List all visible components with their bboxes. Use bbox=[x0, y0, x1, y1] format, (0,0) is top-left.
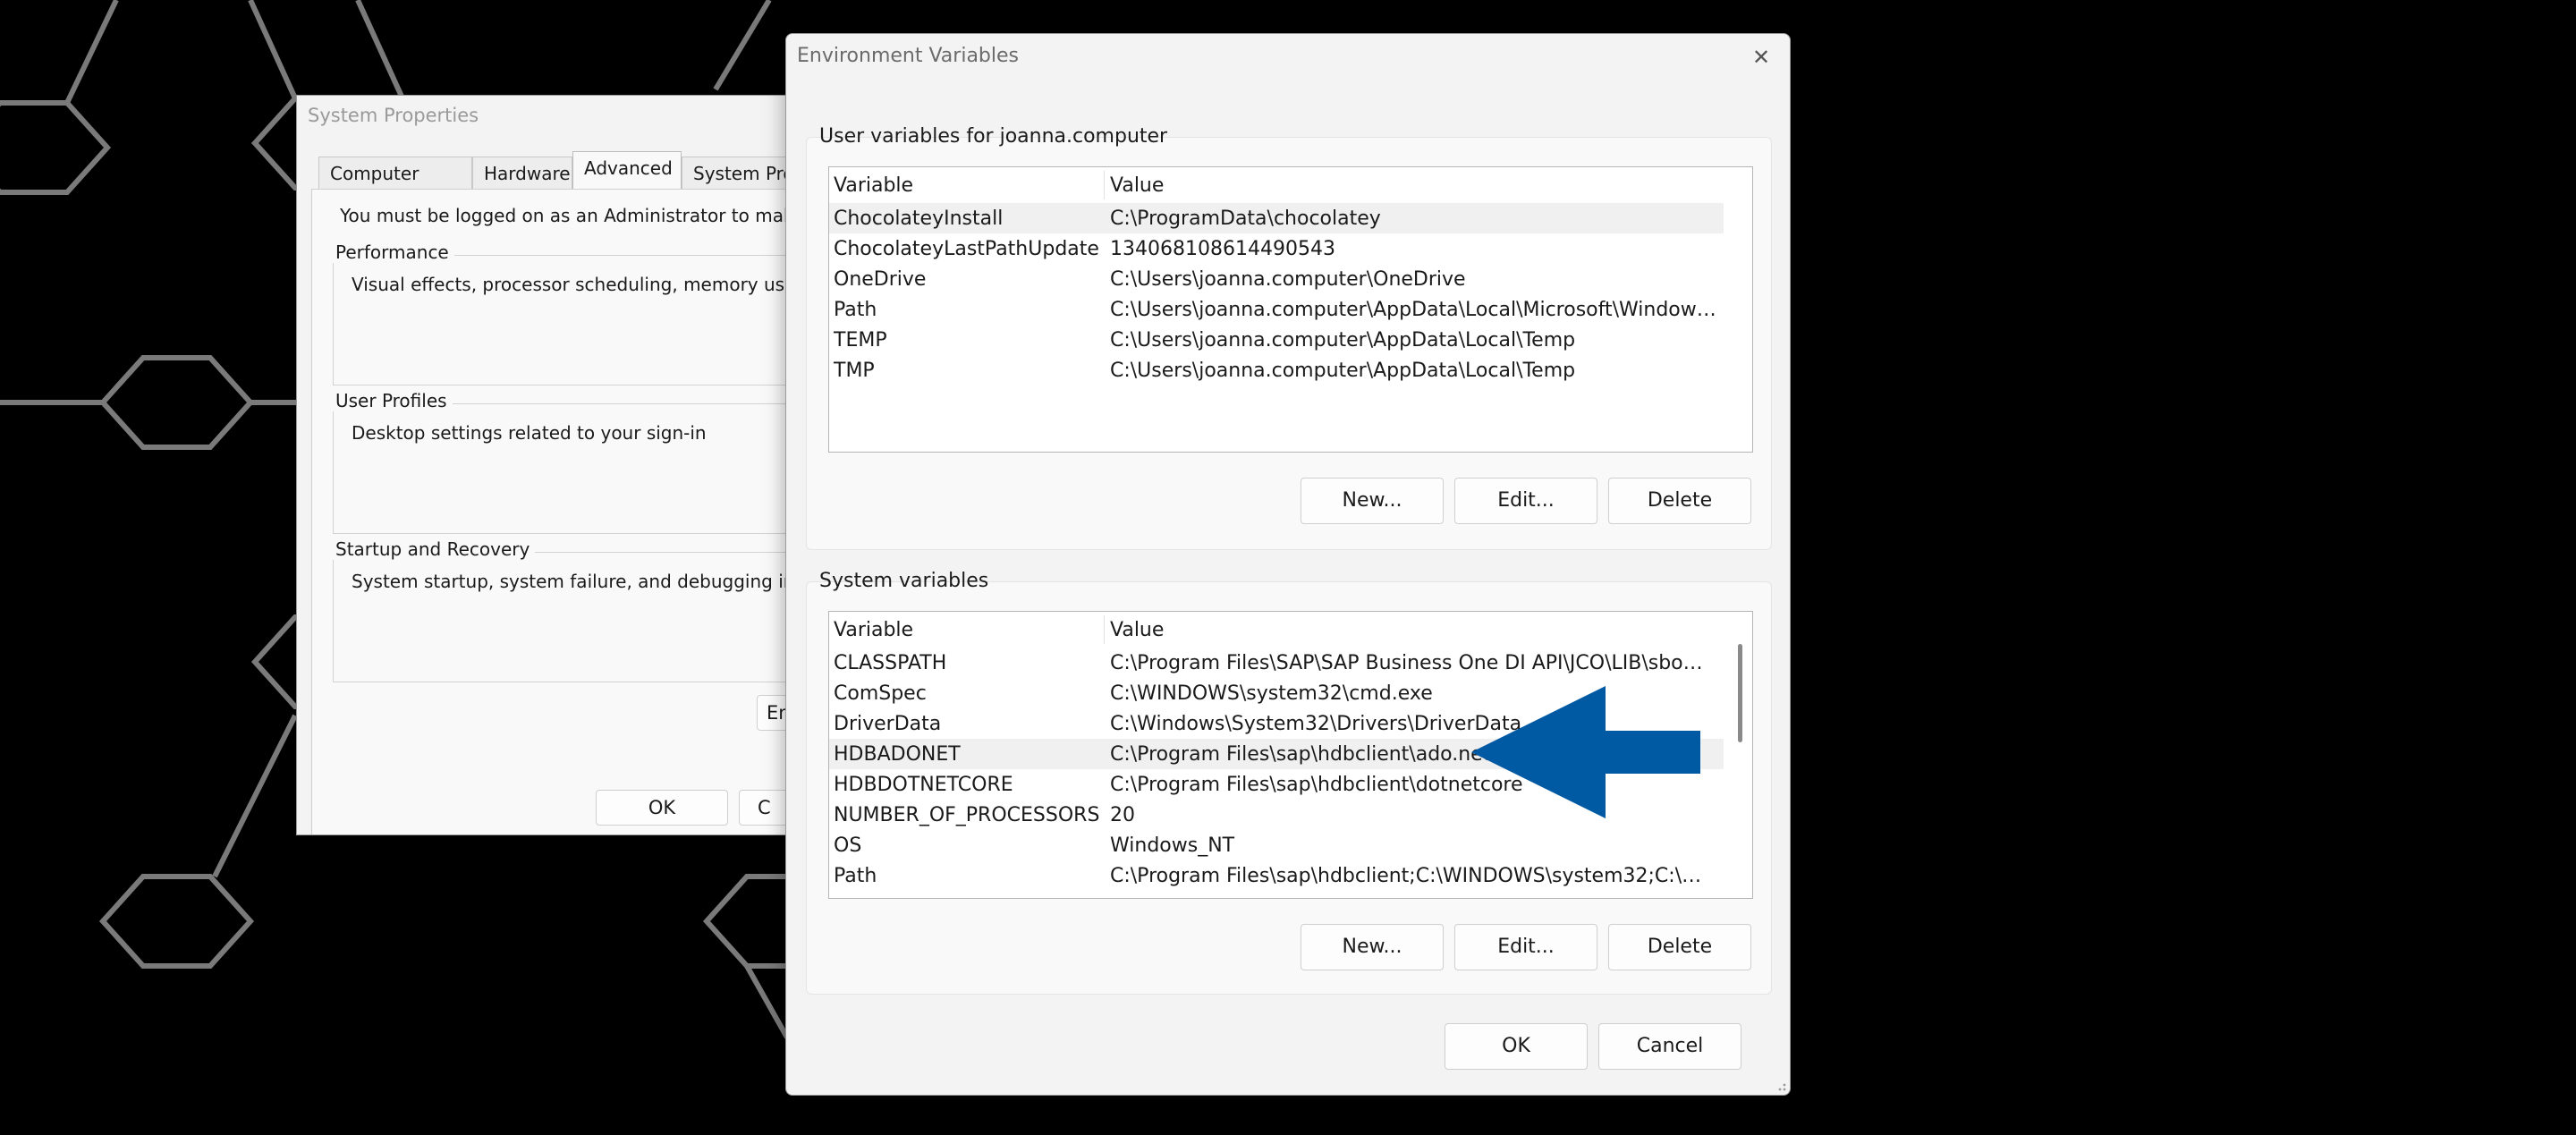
variable-value: C:\Users\joanna.computer\AppData\Local\T… bbox=[1110, 329, 1576, 352]
startup-recovery-group: Startup and Recovery System startup, sys… bbox=[330, 538, 806, 682]
system-edit-button[interactable]: Edit... bbox=[1454, 924, 1597, 970]
environment-variables-dialog: Environment Variables ✕ User variables f… bbox=[785, 33, 1791, 1096]
variable-name: ChocolateyInstall bbox=[834, 208, 1004, 230]
column-header-variable[interactable]: Variable bbox=[834, 174, 913, 197]
group-description: Desktop settings related to your sign-in bbox=[352, 422, 707, 444]
close-button[interactable]: ✕ bbox=[1741, 39, 1781, 75]
variable-name: NUMBER_OF_PROCESSORS bbox=[834, 804, 1100, 826]
user-new-button[interactable]: New... bbox=[1301, 478, 1444, 524]
column-header-value[interactable]: Value bbox=[1110, 174, 1164, 197]
user-variables-list[interactable]: Variable Value ChocolateyInstall C:\Prog… bbox=[828, 166, 1753, 453]
table-row[interactable]: OS Windows_NT bbox=[829, 830, 1724, 860]
variable-value: C:\Program Files\sap\hdbclient;C:\WINDOW… bbox=[1110, 865, 1718, 887]
system-variables-title: System variables bbox=[819, 570, 989, 592]
variable-name: OS bbox=[834, 834, 862, 857]
tab-strip: Computer Name Hardware Advanced System P… bbox=[318, 151, 805, 216]
tab-hardware[interactable]: Hardware bbox=[472, 157, 572, 189]
variable-value: C:\Users\joanna.computer\OneDrive bbox=[1110, 268, 1466, 291]
column-divider[interactable] bbox=[1104, 615, 1105, 644]
dialog-title: Environment Variables bbox=[797, 45, 1020, 67]
table-row[interactable]: TMP C:\Users\joanna.computer\AppData\Loc… bbox=[829, 355, 1724, 385]
close-icon: ✕ bbox=[1751, 45, 1771, 70]
table-row[interactable]: TEMP C:\Users\joanna.computer\AppData\Lo… bbox=[829, 325, 1724, 355]
system-properties-window: System Properties Computer Name Hardware… bbox=[296, 95, 806, 835]
admin-note: You must be logged on as an Administrato… bbox=[340, 205, 806, 226]
list-header: Variable Value bbox=[829, 612, 1724, 648]
tab-computer-name[interactable]: Computer Name bbox=[318, 157, 472, 216]
table-row[interactable]: Path C:\Users\joanna.computer\AppData\Lo… bbox=[829, 294, 1724, 325]
window-title: System Properties bbox=[308, 105, 479, 126]
tab-advanced[interactable]: Advanced bbox=[572, 151, 682, 191]
scrollbar-thumb[interactable] bbox=[1738, 644, 1742, 742]
vertical-scrollbar[interactable] bbox=[1734, 617, 1747, 894]
system-new-button[interactable]: New... bbox=[1301, 924, 1444, 970]
variable-name: TMP bbox=[834, 360, 875, 382]
group-description: Visual effects, processor scheduling, me… bbox=[352, 274, 806, 295]
user-delete-button[interactable]: Delete bbox=[1608, 478, 1751, 524]
variable-name: TEMP bbox=[834, 329, 887, 352]
ok-button[interactable]: OK bbox=[596, 790, 728, 826]
variable-name: HDBADONET bbox=[834, 743, 961, 766]
resize-grip-icon[interactable] bbox=[1775, 1080, 1787, 1092]
variable-name: CLASSPATH bbox=[834, 652, 947, 674]
user-edit-button[interactable]: Edit... bbox=[1454, 478, 1597, 524]
variable-name: ChocolateyLastPathUpdate bbox=[834, 238, 1099, 260]
user-variables-section: User variables for joanna.computer Varia… bbox=[806, 125, 1772, 550]
table-row[interactable]: ChocolateyLastPathUpdate 134068108614490… bbox=[829, 233, 1724, 264]
variable-value: C:\Users\joanna.computer\AppData\Local\M… bbox=[1110, 299, 1718, 321]
group-label: Startup and Recovery bbox=[330, 538, 536, 560]
column-divider[interactable] bbox=[1104, 171, 1105, 199]
cancel-button[interactable]: Cancel bbox=[1598, 1023, 1741, 1070]
column-header-value[interactable]: Value bbox=[1110, 619, 1164, 641]
hexagon-shape bbox=[98, 355, 255, 450]
column-header-variable[interactable]: Variable bbox=[834, 619, 913, 641]
system-delete-button[interactable]: Delete bbox=[1608, 924, 1751, 970]
group-description: System startup, system failure, and debu… bbox=[352, 571, 806, 592]
group-label: User Profiles bbox=[330, 390, 453, 411]
performance-group: Performance Visual effects, processor sc… bbox=[330, 241, 806, 385]
user-variables-title: User variables for joanna.computer bbox=[819, 125, 1168, 148]
table-row[interactable]: Path C:\Program Files\sap\hdbclient;C:\W… bbox=[829, 860, 1724, 891]
table-row[interactable]: OneDrive C:\Users\joanna.computer\OneDri… bbox=[829, 264, 1724, 294]
variable-value: C:\Program Files\SAP\SAP Business One DI… bbox=[1110, 652, 1718, 674]
variable-name: HDBDOTNETCORE bbox=[834, 774, 1013, 796]
variable-name: Path bbox=[834, 865, 877, 887]
variable-name: OneDrive bbox=[834, 268, 927, 291]
variable-name: ComSpec bbox=[834, 682, 927, 705]
arrow-left-icon bbox=[1471, 686, 1700, 818]
variable-value: 134068108614490543 bbox=[1110, 238, 1335, 260]
variable-name: Path bbox=[834, 299, 877, 321]
variable-name: DriverData bbox=[834, 713, 942, 735]
table-row[interactable]: ChocolateyInstall C:\ProgramData\chocola… bbox=[829, 203, 1724, 233]
variable-value: Windows_NT bbox=[1110, 834, 1235, 857]
table-row[interactable]: CLASSPATH C:\Program Files\SAP\SAP Busin… bbox=[829, 648, 1724, 678]
user-profiles-group: User Profiles Desktop settings related t… bbox=[330, 390, 805, 534]
list-header: Variable Value bbox=[829, 167, 1724, 203]
variable-value: C:\Users\joanna.computer\AppData\Local\T… bbox=[1110, 360, 1576, 382]
ok-button[interactable]: OK bbox=[1445, 1023, 1588, 1070]
variable-value: C:\ProgramData\chocolatey bbox=[1110, 208, 1381, 230]
group-label: Performance bbox=[330, 241, 454, 263]
